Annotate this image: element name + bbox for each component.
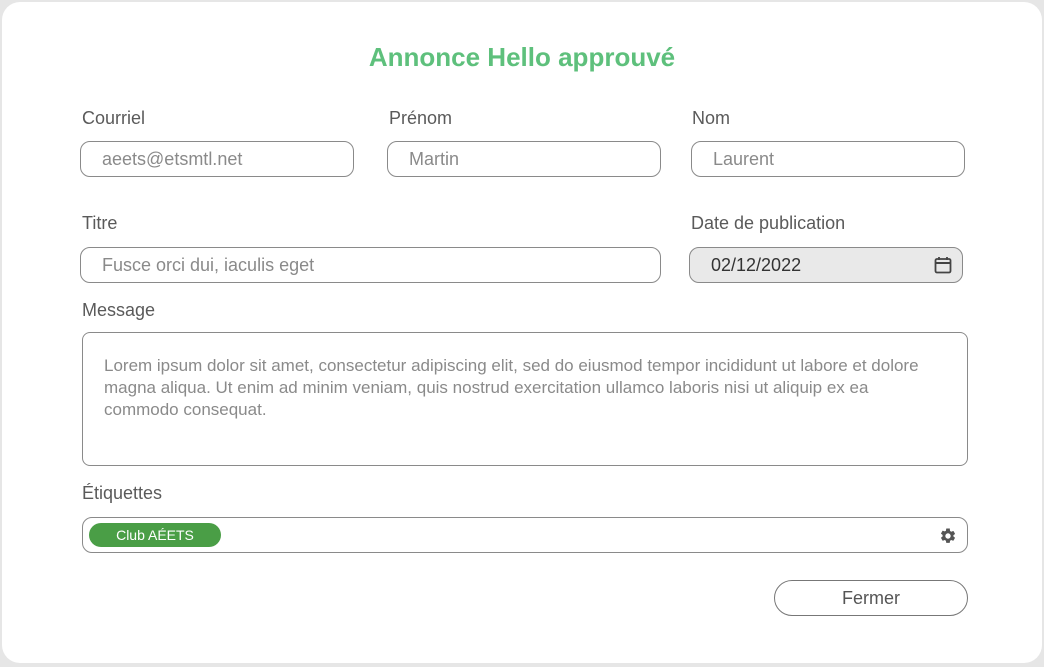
first-name-label: Prénom bbox=[389, 108, 453, 128]
tag-chip[interactable]: Club AÉETS bbox=[89, 523, 221, 547]
publication-date-value: 02/12/2022 bbox=[711, 255, 802, 275]
message-label: Message bbox=[82, 300, 156, 320]
dialog-title: Annonce Hello approuvé bbox=[368, 42, 676, 72]
title-label: Titre bbox=[82, 213, 118, 233]
tags-label: Étiquettes bbox=[82, 483, 163, 503]
message-field[interactable]: Lorem ipsum dolor sit amet, consectetur … bbox=[82, 332, 968, 466]
close-button[interactable]: Fermer bbox=[774, 580, 968, 616]
gear-icon[interactable] bbox=[939, 527, 957, 545]
publication-date-field[interactable]: 02/12/2022 bbox=[689, 247, 963, 283]
first-name-field[interactable]: Martin bbox=[387, 141, 661, 177]
last-name-label: Nom bbox=[692, 108, 731, 128]
title-field[interactable]: Fusce orci dui, iaculis eget bbox=[80, 247, 661, 283]
calendar-icon[interactable] bbox=[934, 256, 952, 274]
publication-date-label: Date de publication bbox=[691, 213, 846, 233]
tags-field[interactable]: Club AÉETS bbox=[82, 517, 968, 553]
email-label: Courriel bbox=[82, 108, 146, 128]
announcement-dialog: Annonce Hello approuvé Courriel aeets@et… bbox=[2, 2, 1042, 663]
last-name-field[interactable]: Laurent bbox=[691, 141, 965, 177]
email-field[interactable]: aeets@etsmtl.net bbox=[80, 141, 354, 177]
